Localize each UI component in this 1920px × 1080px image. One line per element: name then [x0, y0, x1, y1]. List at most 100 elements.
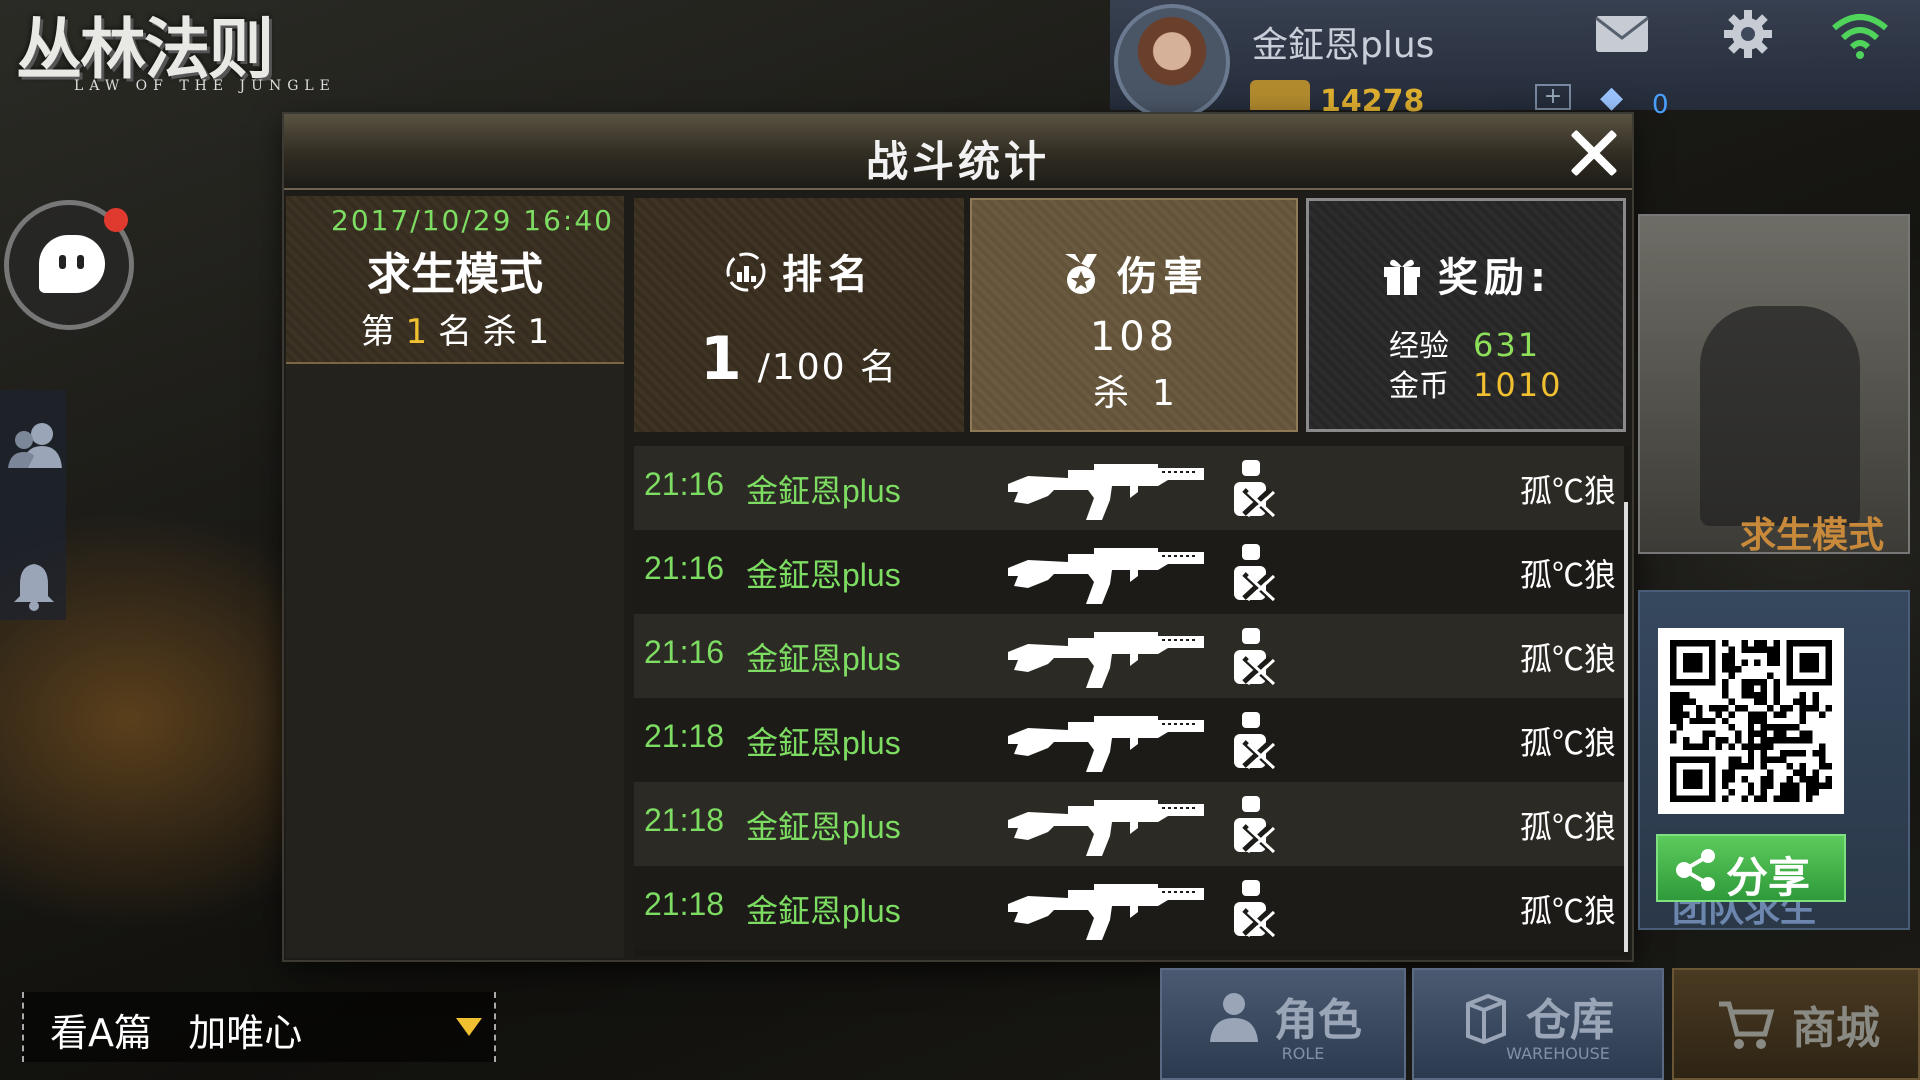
warehouse-icon: [1466, 993, 1506, 1045]
victim-name: 孤℃狼: [1519, 809, 1616, 845]
qr-code: [1658, 628, 1844, 814]
rank-header: 排名: [634, 242, 964, 300]
kill-icon: [1234, 628, 1276, 686]
killer-name: 金鉦恩plus: [746, 809, 901, 845]
chat-channel-selector[interactable]: 看A篇 加唯心: [22, 992, 496, 1062]
damage-value: 108: [1089, 314, 1179, 360]
match-rank-prefix: 第: [360, 312, 406, 352]
gift-icon: [1384, 259, 1420, 295]
gold-value: 1010: [1473, 366, 1563, 404]
top-bar: [1110, 0, 1920, 110]
survival-mode-label: 求生模式: [1740, 515, 1885, 556]
chat-channel-text: 看A篇 加唯心: [50, 1011, 303, 1055]
share-button[interactable]: 分享: [1656, 834, 1846, 902]
reward-exp-row: 经验 631: [1389, 321, 1540, 365]
cart-icon: [1719, 1001, 1775, 1049]
exp-value: 631: [1473, 326, 1541, 364]
rifle-icon: [1008, 548, 1204, 604]
rank-icon: [726, 252, 766, 292]
damage-header: 伤害: [972, 244, 1296, 302]
victim-name: 孤℃狼: [1519, 725, 1616, 761]
match-rank: 1: [405, 312, 428, 352]
match-mode: 求生模式: [367, 249, 543, 300]
killer-name: 金鉦恩plus: [746, 557, 901, 593]
rank-label: 排名: [782, 252, 874, 298]
add-coins-button[interactable]: +: [1535, 84, 1571, 110]
kill-log-row: 21:18 金鉦恩plus 孤℃狼: [634, 698, 1624, 782]
kill-log[interactable]: 21:16 金鉦恩plus 孤℃狼 21:16 金鉦恩plus 孤℃狼 21:16 金鉦恩pl…: [634, 446, 1630, 956]
soldier-silhouette: [1700, 306, 1860, 526]
chevron-down-icon[interactable]: [456, 1018, 482, 1036]
diamond-icon: ◆: [1600, 80, 1624, 115]
nav-role-sub: ROLE: [1281, 1044, 1325, 1063]
match-rank-suffix: 名 杀 1: [427, 312, 550, 352]
rank-number: 1: [699, 324, 742, 394]
killer-name: 金鉦恩plus: [746, 473, 901, 509]
kill-time: 21:16: [644, 634, 725, 670]
kill-time: 21:18: [644, 718, 725, 754]
survival-mode-card[interactable]: [1638, 214, 1910, 554]
bell-icon[interactable]: [12, 560, 56, 612]
nav-shop-button[interactable]: 商城: [1672, 968, 1920, 1080]
kill-log-scrollbar[interactable]: [1624, 502, 1628, 952]
match-datetime: 2017/10/29 16:40: [331, 204, 614, 237]
kill-icon: [1234, 796, 1276, 854]
nav-role-label: 角色: [1274, 995, 1362, 1046]
chat-eye-right: [77, 255, 84, 269]
kill-log-row: 21:16 金鉦恩plus 孤℃狼: [634, 530, 1624, 614]
kill-icon: [1234, 712, 1276, 770]
mail-icon[interactable]: [1594, 14, 1650, 54]
battle-stats-dialog: 战斗统计 2017/10/29 16:40 求生模式 第 1 名 杀 1 排名 …: [284, 114, 1632, 960]
nav-role-button[interactable]: 角色 ROLE: [1160, 968, 1406, 1080]
notification-dot: [104, 208, 128, 232]
kill-log-row: 21:18 金鉦恩plus 孤℃狼: [634, 866, 1624, 950]
avatar[interactable]: [1114, 4, 1230, 120]
kill-icon: [1234, 460, 1276, 518]
gear-icon[interactable]: [1722, 8, 1774, 60]
gold-label: 金币: [1389, 369, 1449, 404]
game-logo: 丛林法则 LAW OF THE JUNGLE: [10, 0, 350, 100]
friends-icon[interactable]: [8, 420, 62, 470]
rank-total: /100 名: [757, 347, 899, 388]
victim-name: 孤℃狼: [1519, 557, 1616, 593]
nav-warehouse-button[interactable]: 仓库 WAREHOUSE: [1412, 968, 1664, 1080]
reward-label: 奖励:: [1438, 255, 1552, 301]
gold-coin-icon: [1250, 80, 1310, 110]
kill-icon: [1234, 880, 1276, 938]
chat-face-icon: [39, 235, 105, 293]
kill-time: 21:18: [644, 802, 725, 838]
nav-warehouse-sub: WAREHOUSE: [1506, 1044, 1610, 1063]
victim-name: 孤℃狼: [1519, 893, 1616, 929]
medal-icon: [1065, 254, 1097, 294]
rifle-icon: [1008, 632, 1204, 688]
dialog-title: 战斗统计: [865, 137, 1050, 186]
kill-time: 21:16: [644, 466, 725, 502]
victim-name: 孤℃狼: [1519, 641, 1616, 677]
match-history-list[interactable]: 2017/10/29 16:40 求生模式 第 1 名 杀 1: [286, 196, 624, 958]
share-label: 分享: [1726, 853, 1811, 902]
rifle-icon: [1008, 716, 1204, 772]
kill-log-row: 21:18 金鉦恩plus 孤℃狼: [634, 782, 1624, 866]
reward-header: 奖励:: [1309, 245, 1623, 303]
match-summary: 第 1 名 杀 1: [286, 304, 624, 353]
gem-balance: 0: [1652, 90, 1669, 120]
nav-shop-label: 商城: [1792, 1003, 1880, 1054]
logo-title-en: LAW OF THE JUNGLE: [74, 78, 336, 94]
rifle-icon: [1008, 884, 1204, 940]
kill-icon: [1234, 544, 1276, 602]
share-icon: [1676, 849, 1715, 891]
nav-warehouse-label: 仓库: [1526, 995, 1614, 1046]
kill-time: 21:18: [644, 886, 725, 922]
killer-name: 金鉦恩plus: [746, 893, 901, 929]
kill-log-row: 21:16 金鉦恩plus 孤℃狼: [634, 614, 1624, 698]
damage-label: 伤害: [1117, 254, 1209, 300]
chat-eye-left: [59, 255, 66, 269]
killer-name: 金鉦恩plus: [746, 641, 901, 677]
wifi-icon: [1832, 14, 1888, 59]
match-card[interactable]: 2017/10/29 16:40 求生模式 第 1 名 杀 1: [286, 196, 624, 364]
reward-card: 奖励: 经验 631 金币 1010: [1306, 198, 1626, 432]
rifle-icon: [1008, 800, 1204, 856]
username: 金鉦恩plus: [1252, 25, 1435, 66]
close-button[interactable]: [1566, 126, 1620, 180]
kill-time: 21:16: [644, 550, 725, 586]
